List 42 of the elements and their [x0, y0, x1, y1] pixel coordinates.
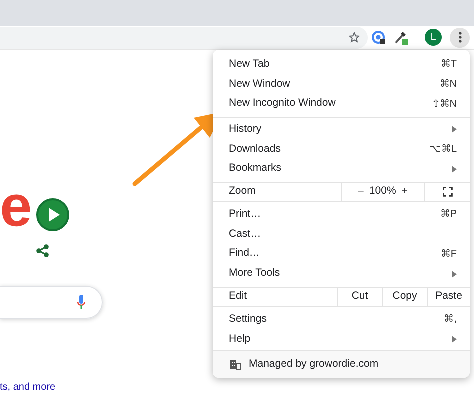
- zoom-in-button[interactable]: +: [402, 184, 408, 200]
- menu-item[interactable]: Downloads ⌥⌘L: [213, 140, 470, 160]
- logo-letter: e: [0, 178, 32, 236]
- play-icon[interactable]: [36, 198, 70, 232]
- menu-item[interactable]: Print… ⌘P: [213, 205, 470, 225]
- menu-item-label: Edit: [228, 289, 248, 304]
- menu-item-label: Zoom: [228, 184, 257, 200]
- menu-item[interactable]: New Window ⌘N: [213, 74, 470, 94]
- keyboard-shortcut: ⌘T: [440, 58, 457, 72]
- share-icon[interactable]: [36, 244, 50, 258]
- menu-item[interactable]: More Tools: [213, 264, 470, 284]
- keyboard-shortcut: ⌘F: [440, 248, 457, 262]
- star-icon[interactable]: [349, 32, 360, 43]
- edit-button[interactable]: Copy: [382, 288, 427, 306]
- microphone-icon[interactable]: [77, 295, 86, 310]
- keyboard-shortcut: ⌥⌘L: [429, 143, 457, 158]
- link[interactable]: ts, and more: [0, 380, 120, 395]
- avatar[interactable]: L: [425, 29, 442, 46]
- keyboard-shortcut: ⌘,: [444, 313, 457, 328]
- fullscreen-icon[interactable]: [442, 187, 452, 198]
- menu-item[interactable]: Settings ⌘,: [213, 310, 470, 330]
- edit-button[interactable]: Cut: [337, 288, 382, 306]
- menu-icon: [458, 32, 462, 43]
- menu-item[interactable]: Bookmarks: [213, 159, 470, 180]
- menu-item[interactable]: Cast…: [213, 224, 470, 244]
- building-icon: [230, 360, 241, 370]
- eyedropper-icon[interactable]: [394, 30, 409, 45]
- zoom-level: 100%: [369, 184, 396, 200]
- menu-button[interactable]: [450, 28, 470, 48]
- extension-icon[interactable]: [372, 30, 386, 44]
- keyboard-shortcut: ⌘N: [440, 78, 457, 92]
- keyboard-shortcut: ⇧⌘N: [432, 98, 457, 112]
- managed-by-text: Managed by growordie.com: [249, 356, 379, 372]
- edit-button[interactable]: Paste: [427, 288, 470, 306]
- menu-item[interactable]: New Tab ⌘T: [213, 55, 470, 75]
- keyboard-shortcut: ⌘P: [440, 208, 457, 222]
- zoom-out-button[interactable]: –: [358, 184, 364, 200]
- menu-item[interactable]: New Incognito Window ⇧⌘N: [213, 94, 470, 114]
- menu-item[interactable]: Help: [213, 330, 470, 350]
- menu-item[interactable]: Find… ⌘F: [213, 244, 470, 264]
- menu-item[interactable]: History: [213, 120, 470, 140]
- search-field[interactable]: [0, 286, 103, 319]
